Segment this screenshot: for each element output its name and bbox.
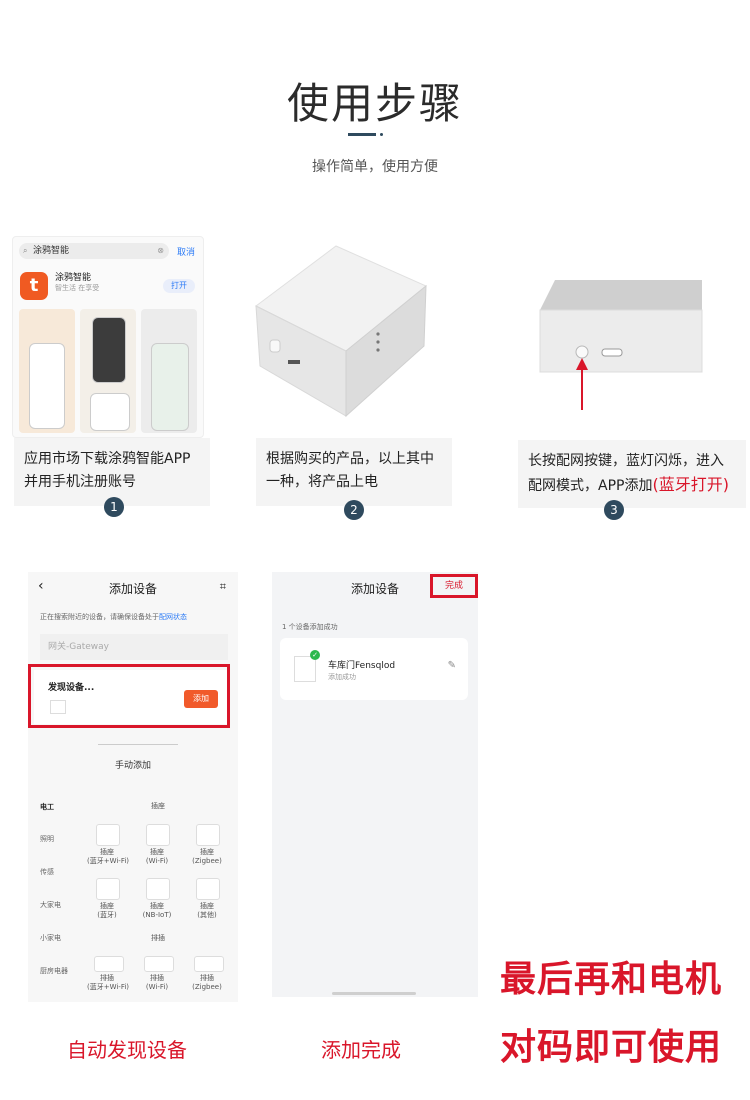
category-item[interactable]: 电工 — [40, 802, 54, 812]
socket-icon[interactable] — [146, 824, 170, 846]
socket-icon[interactable] — [96, 824, 120, 846]
socket-label: 插座 (其他) — [197, 902, 217, 919]
socket-icon[interactable] — [146, 878, 170, 900]
socket-label: 插座 (Zigbee) — [192, 848, 222, 865]
add-device-screen: ‹ 添加设备 ⌗ 正在搜索附近的设备，请确保设备处于配网状态 网关-Gatewa… — [28, 572, 238, 1002]
page-subtitle: 操作简单，使用方便 — [312, 159, 438, 175]
title-underline-dot — [380, 133, 383, 136]
category-item[interactable]: 照明 — [40, 834, 54, 844]
category-item[interactable]: 小家电 — [40, 933, 61, 943]
step-1-badge: 1 — [104, 497, 124, 517]
step-2-caption: 根据购买的产品，以上其中一种，将产品上电 — [256, 438, 452, 506]
category-item[interactable]: 大家电 — [40, 900, 61, 910]
category-item[interactable]: 传感 — [40, 867, 54, 877]
final-note-line-1: 最后再和电机 — [500, 959, 723, 1000]
store-app-subtitle: 智生活 在享受 — [55, 284, 100, 292]
preview-phone — [29, 343, 65, 429]
socket-label: 插座 (Wi-Fi) — [145, 848, 169, 865]
search-icon: ⌕ — [23, 246, 28, 255]
category-item[interactable]: 厨房电器 — [40, 966, 68, 976]
add-done-label: 添加完成 — [321, 1038, 401, 1062]
hint-link[interactable]: 配网状态 — [159, 613, 187, 621]
store-search-text: 涂鸦智能 — [33, 246, 70, 256]
hint-text: 正在搜索附近的设备，请确保设备处于 — [40, 613, 159, 621]
auto-discover-label: 自动发现设备 — [67, 1038, 187, 1062]
preview-phone — [90, 393, 130, 431]
pencil-icon[interactable]: ✎ — [448, 660, 456, 671]
store-app-name: 涂鸦智能 — [55, 273, 92, 283]
tuya-logo-icon: t — [20, 272, 48, 300]
step-1-caption: 应用市场下载涂鸦智能APP并用手机注册账号 — [14, 438, 210, 506]
home-indicator — [332, 992, 416, 995]
manual-add-title: 手动添加 — [114, 761, 151, 771]
success-count: 1 个设备添加成功 — [282, 623, 338, 631]
clear-icon: ⊗ — [157, 246, 164, 255]
group-title: 排插 — [151, 934, 165, 942]
power-strip-icon[interactable] — [94, 956, 124, 972]
store-preview-3 — [141, 309, 197, 433]
gateway-device-image — [255, 245, 427, 418]
add-complete-screen: 添加设备 完成 1 个设备添加成功 ✓ 车库门Fensqlod 添加成功 ✎ — [272, 572, 478, 997]
page-title: 使用步骤 — [286, 79, 463, 128]
strip-label: 排插 (Zigbee) — [192, 974, 222, 991]
step-3-badge: 3 — [604, 500, 624, 520]
store-cancel-link: 取消 — [177, 248, 196, 258]
socket-label: 插座 (NB-IoT) — [142, 902, 172, 919]
search-hint: 正在搜索附近的设备，请确保设备处于配网状态 — [40, 612, 230, 622]
socket-label: 插座 (蓝牙+Wi-Fi) — [87, 848, 130, 865]
group-title: 插座 — [151, 802, 165, 810]
power-strip-icon[interactable] — [194, 956, 224, 972]
store-preview-1 — [19, 309, 75, 433]
pairing-button-image — [539, 280, 703, 410]
app-store-screenshot: ⌕ 涂鸦智能 ⊗ 取消 t 涂鸦智能 智生活 在享受 打开 — [12, 236, 204, 438]
preview-phone — [92, 317, 126, 383]
socket-icon[interactable] — [196, 824, 220, 846]
final-note-line-2: 对码即可使用 — [500, 1027, 723, 1068]
gateway-field[interactable]: 网关-Gateway — [40, 634, 228, 660]
highlight-box — [430, 574, 478, 598]
screen1-title: 添加设备 — [108, 582, 157, 596]
step-3-highlight: (蓝牙打开) — [652, 475, 729, 494]
store-search-input: ⌕ 涂鸦智能 ⊗ — [19, 243, 169, 259]
socket-icon[interactable] — [96, 878, 120, 900]
success-check-icon: ✓ — [310, 650, 320, 660]
device-name: 车库门Fensqlod — [328, 661, 396, 671]
socket-icon[interactable] — [196, 878, 220, 900]
device-status: 添加成功 — [328, 673, 356, 681]
title-underline — [348, 133, 376, 136]
step-2-text: 根据购买的产品，以上其中一种，将产品上电 — [266, 451, 434, 490]
device-card: ✓ 车库门Fensqlod 添加成功 ✎ — [280, 638, 468, 700]
strip-label: 排插 (蓝牙+Wi-Fi) — [87, 974, 130, 991]
step-1-text: 应用市场下载涂鸦智能APP并用手机注册账号 — [24, 451, 191, 490]
device-thumb — [294, 656, 316, 682]
store-preview-2 — [80, 309, 136, 433]
divider — [98, 744, 178, 745]
power-strip-icon[interactable] — [144, 956, 174, 972]
strip-label: 排插 (Wi-Fi) — [145, 974, 169, 991]
step-2-badge: 2 — [344, 500, 364, 520]
socket-label: 插座 (蓝牙) — [97, 902, 117, 919]
scan-icon[interactable]: ⌗ — [220, 580, 226, 594]
store-open-button: 打开 — [163, 279, 195, 293]
preview-phone — [151, 343, 189, 431]
highlight-box — [28, 664, 230, 728]
step-3-caption: 长按配网按键，蓝灯闪烁，进入配网模式，APP添加(蓝牙打开) — [518, 440, 746, 508]
